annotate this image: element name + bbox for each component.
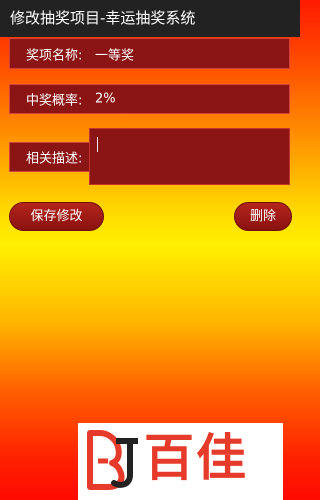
save-changes-button[interactable]: 保存修改 (9, 202, 104, 231)
probability-label: 中奖概率: (26, 93, 83, 109)
window-titlebar: 修改抽奖项目-幸运抽奖系统 (0, 0, 300, 37)
delete-button[interactable]: 删除 (234, 202, 292, 231)
probability-value[interactable]: 2% (95, 92, 116, 107)
prize-name-value[interactable]: 一等奖 (95, 44, 134, 63)
description-label: 相关描述: (26, 151, 83, 167)
description-input[interactable] (89, 128, 290, 185)
logo-mark-icon (87, 430, 138, 490)
description-label-box: 相关描述: (9, 142, 93, 172)
text-caret (97, 137, 98, 152)
logo-text: 百佳 (144, 429, 248, 487)
prize-name-field[interactable]: 奖项名称: 一等奖 (9, 38, 290, 69)
window-title: 修改抽奖项目-幸运抽奖系统 (10, 9, 196, 27)
probability-field[interactable]: 中奖概率: 2% (9, 84, 290, 114)
brand-logo: 百佳 (78, 423, 283, 500)
prize-name-label: 奖项名称: (26, 48, 83, 63)
